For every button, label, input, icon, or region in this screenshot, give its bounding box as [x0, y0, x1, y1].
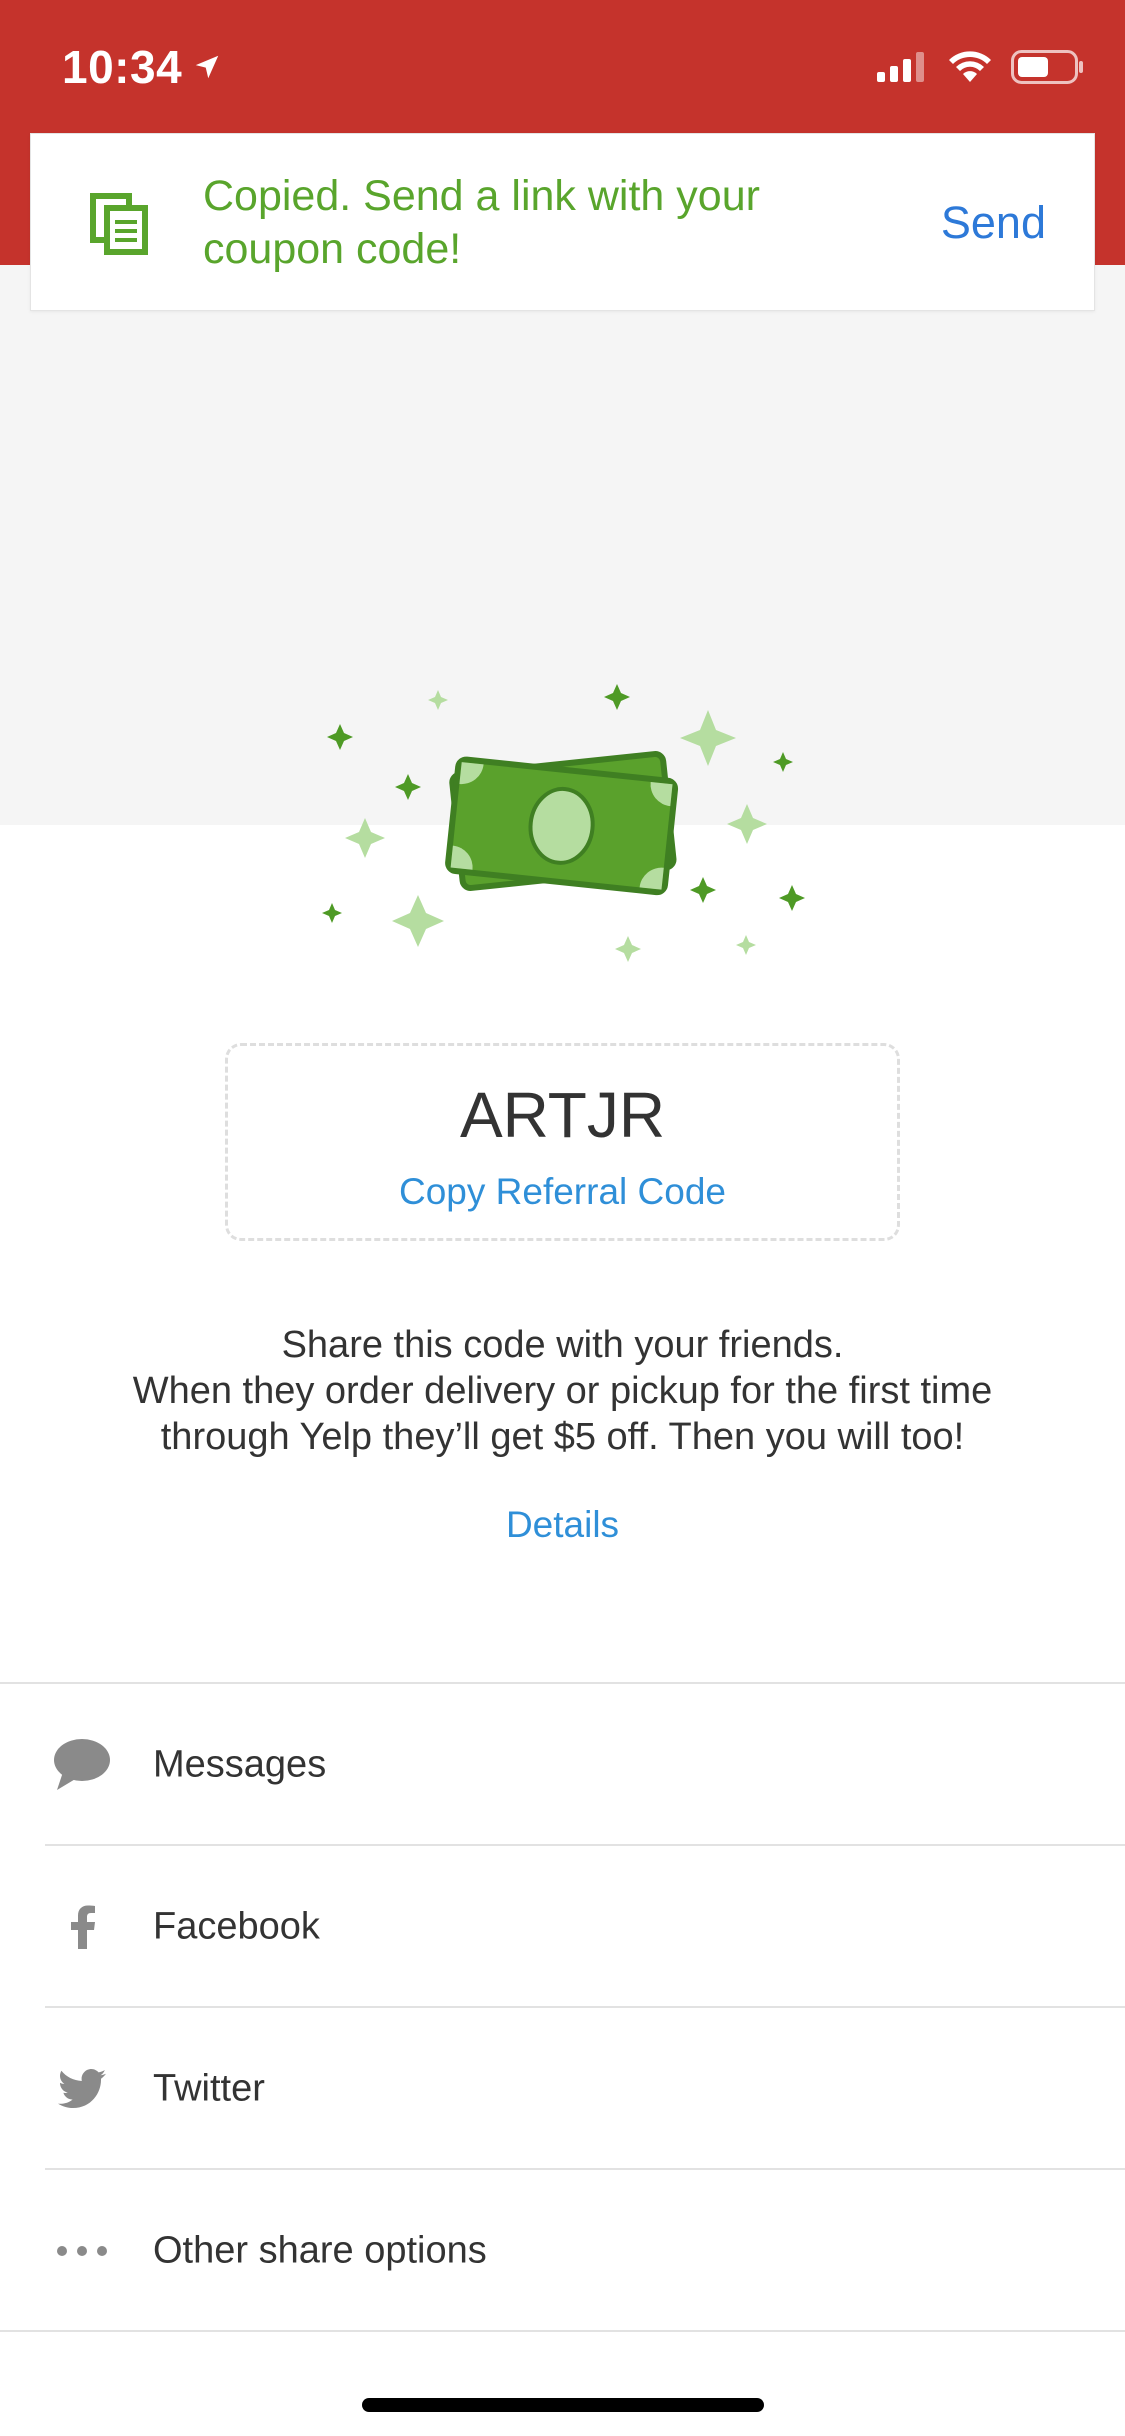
share-row-label: Other share options — [153, 2229, 487, 2272]
wifi-icon — [949, 51, 991, 82]
copy-document-icon — [90, 193, 148, 255]
details-link[interactable]: Details — [0, 1503, 1125, 1547]
message-bubble-icon — [52, 1735, 112, 1795]
share-row-label: Facebook — [153, 1905, 320, 1948]
status-icons — [877, 50, 1085, 84]
toast-message: Copied. Send a link with your coupon cod… — [203, 172, 760, 273]
facebook-icon — [52, 1897, 112, 1957]
share-row-label: Twitter — [153, 2067, 265, 2110]
referral-code: ARTJR — [459, 1079, 666, 1151]
location-arrow-icon — [195, 55, 219, 79]
share-text-line-1: Share this code with your friends. — [281, 1324, 844, 1366]
share-row-facebook[interactable]: Facebook — [0, 1846, 1125, 2008]
copied-toast: Copied. Send a link with your coupon cod… — [30, 133, 1095, 311]
money-bills-sparkles-illustration — [322, 684, 805, 962]
share-text-line-3: through Yelp they’ll get $5 off. Then yo… — [160, 1416, 965, 1458]
more-dots-icon — [52, 2221, 112, 2281]
share-options-list: Messages Facebook Twitter Other share op… — [0, 1682, 1125, 2332]
share-row-messages[interactable]: Messages — [0, 1684, 1125, 1846]
share-row-other[interactable]: Other share options — [0, 2170, 1125, 2332]
share-row-twitter[interactable]: Twitter — [0, 2008, 1125, 2170]
copy-referral-code-link[interactable]: Copy Referral Code — [228, 1170, 897, 1214]
twitter-bird-icon — [52, 2059, 112, 2119]
status-time-text: 10:34 — [62, 41, 183, 93]
battery-icon — [1011, 50, 1083, 84]
share-row-label: Messages — [153, 1743, 327, 1786]
send-button[interactable]: Send — [941, 198, 1046, 248]
status-time: 10:34 — [62, 40, 222, 94]
home-indicator[interactable] — [362, 2398, 764, 2412]
share-text-line-2: When they order delivery or pickup for t… — [132, 1370, 993, 1412]
cellular-signal-icon — [877, 52, 924, 82]
referral-code-box: ARTJR Copy Referral Code — [225, 1043, 900, 1241]
